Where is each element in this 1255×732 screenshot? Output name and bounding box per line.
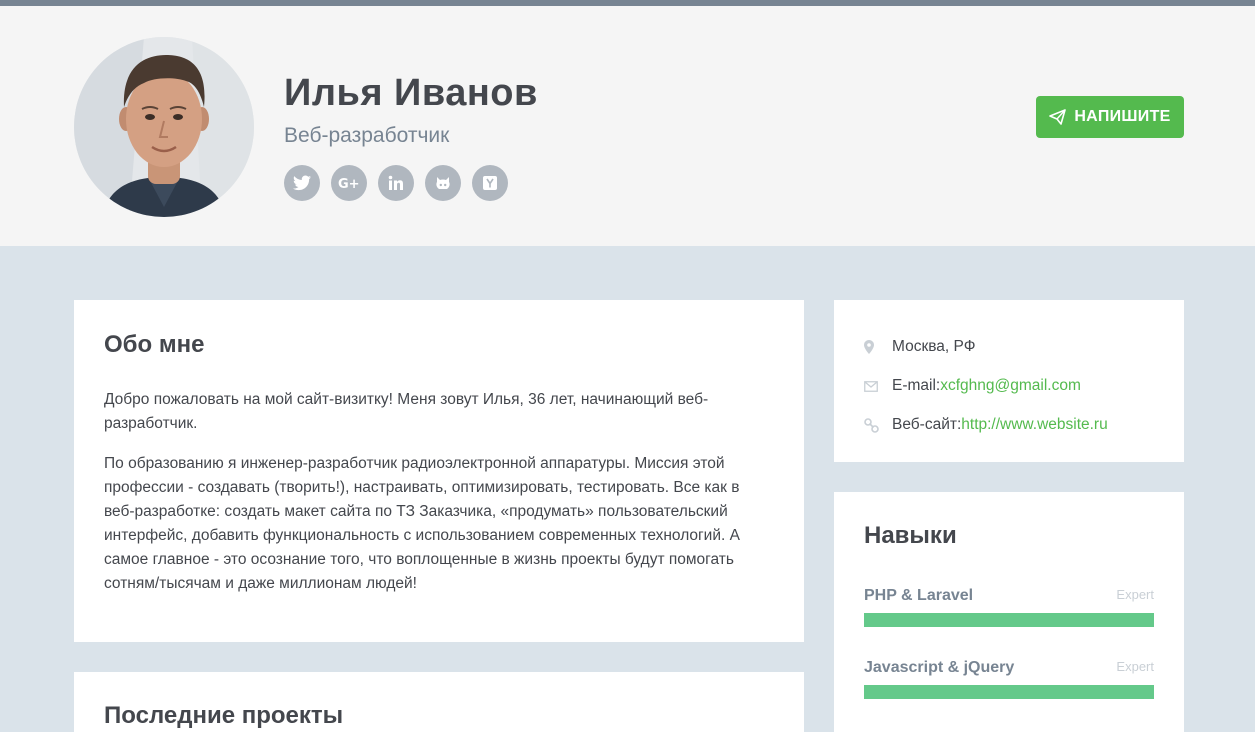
location-text: Москва, РФ — [892, 338, 976, 355]
google-plus-icon: G+ — [338, 177, 360, 191]
email-link[interactable]: xcfghng@gmail.com — [940, 377, 1081, 395]
about-paragraph-2: По образованию я инженер-разработчик рад… — [104, 455, 740, 592]
skill-level: Expert — [1116, 659, 1154, 674]
skill-progress-bar — [864, 685, 1154, 699]
github-icon — [436, 177, 450, 189]
location-row: Москва, РФ — [864, 338, 975, 356]
email-label: E-mail: — [892, 377, 941, 394]
avatar-photo — [74, 37, 254, 217]
avatar — [74, 37, 254, 217]
about-section: Обо мне Добро пожаловать на мой сайт-виз… — [74, 300, 804, 642]
profile-name: Илья Иванов — [284, 72, 538, 114]
map-marker-icon — [864, 340, 888, 354]
envelope-icon — [864, 380, 888, 392]
skill-progress-fill — [864, 613, 1154, 627]
skill-name: Javascript & jQuery — [864, 659, 1015, 676]
projects-section: Последние проекты — [74, 672, 804, 732]
contact-info-card: Москва, РФ E-mail: xcfghng@gmail.com Веб-… — [834, 300, 1184, 462]
skill-name: PHP & Laravel — [864, 587, 974, 604]
website-link[interactable]: http://www.website.ru — [961, 416, 1107, 434]
profile-header: Илья Иванов Веб-разработчик G+ НАПИШИТЕ — [0, 6, 1255, 246]
projects-title: Последние проекты — [104, 702, 344, 729]
twitter-icon — [293, 175, 311, 191]
skill-progress-bar — [864, 613, 1154, 627]
svg-text:G+: G+ — [338, 177, 360, 191]
hacker-news-link[interactable] — [472, 165, 508, 201]
skills-title: Навыки — [864, 522, 957, 549]
hacker-news-icon — [483, 176, 497, 190]
skill-progress-fill — [864, 685, 1154, 699]
linkedin-icon — [388, 175, 403, 190]
email-row: E-mail: xcfghng@gmail.com — [864, 377, 1081, 395]
github-link[interactable] — [425, 165, 461, 201]
paper-plane-icon — [1049, 109, 1067, 125]
skills-card: Навыки PHP & Laravel Expert Javascript &… — [834, 492, 1184, 732]
google-plus-link[interactable]: G+ — [331, 165, 367, 201]
contact-button-label: НАПИШИТЕ — [1074, 108, 1171, 125]
website-label: Веб-сайт: — [892, 416, 962, 433]
about-title: Обо мне — [104, 331, 205, 358]
contact-button[interactable]: НАПИШИТЕ — [1036, 96, 1184, 138]
website-row: Веб-сайт: http://www.website.ru — [864, 416, 1108, 434]
about-paragraph-1: Добро пожаловать на мой сайт-визитку! Ме… — [104, 391, 709, 432]
profile-role: Веб-разработчик — [284, 124, 450, 147]
linkedin-link[interactable] — [378, 165, 414, 201]
skill-level: Expert — [1116, 587, 1154, 602]
social-links: G+ — [284, 165, 508, 201]
twitter-link[interactable] — [284, 165, 320, 201]
link-icon — [864, 417, 888, 433]
